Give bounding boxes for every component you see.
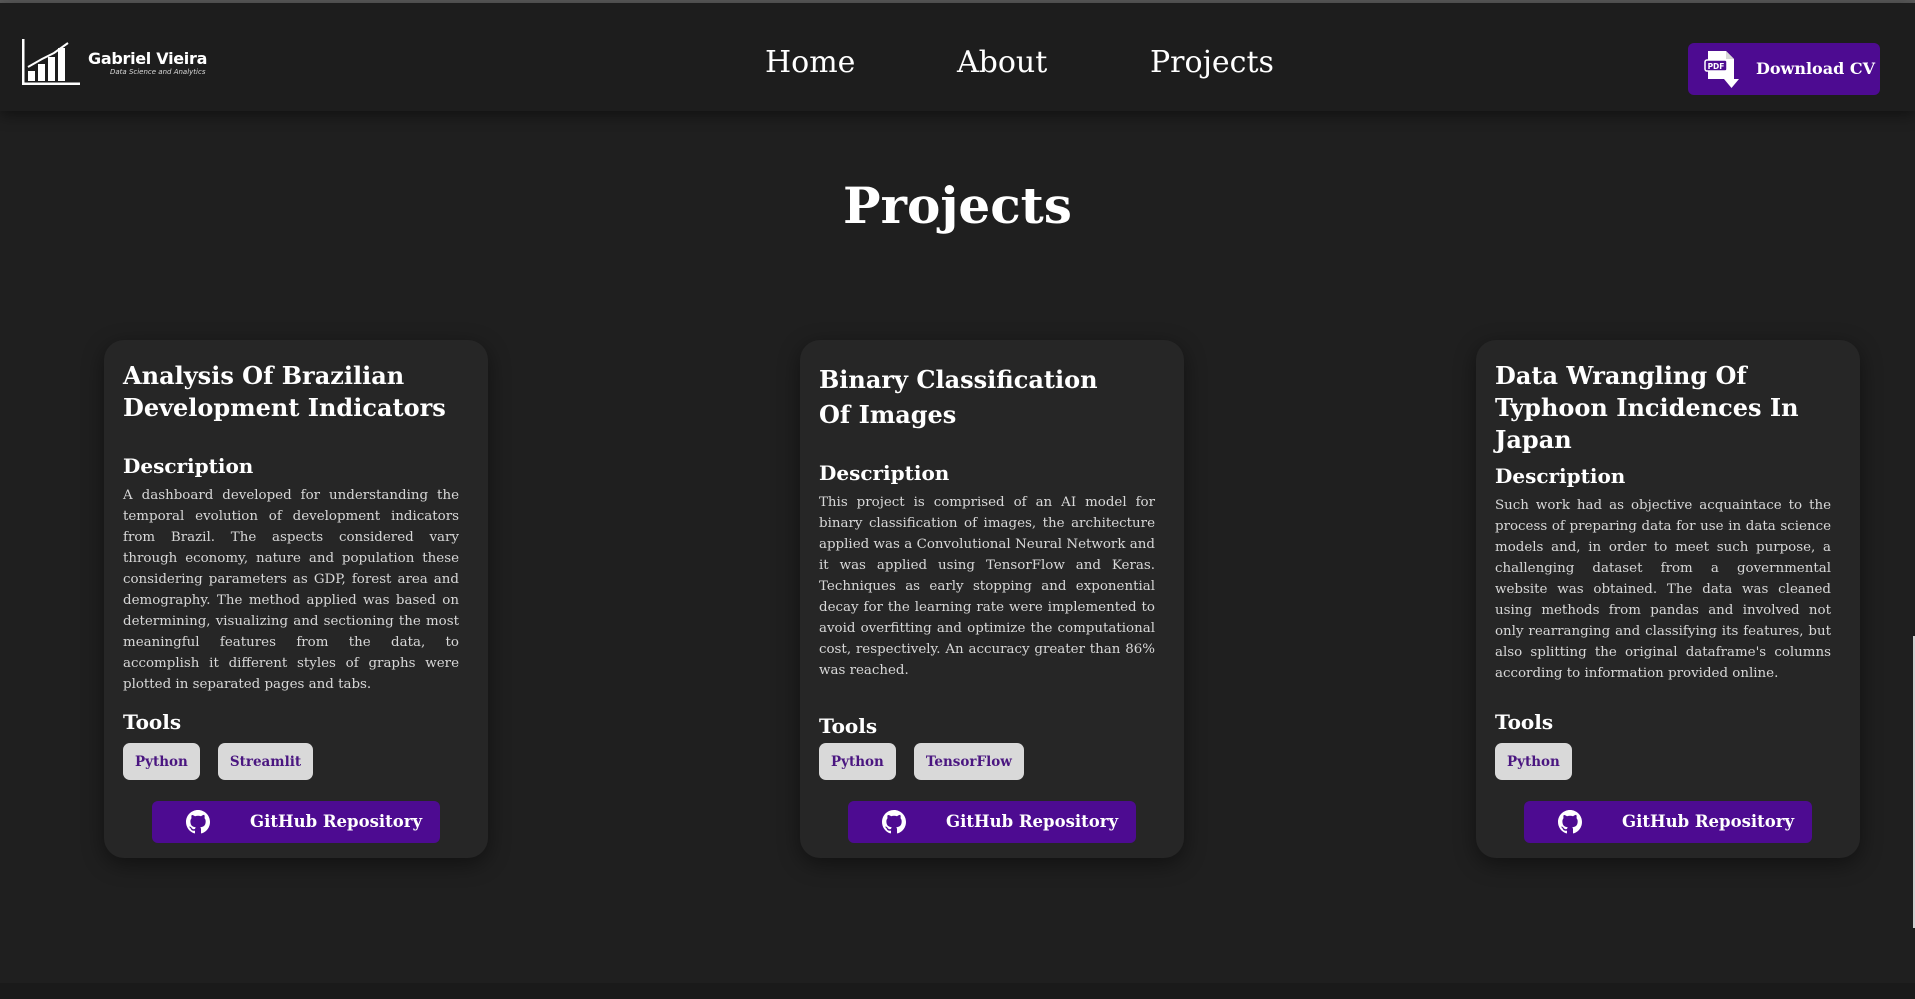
navbar: Gabriel Vieira Data Science and Analytic… <box>0 3 1915 111</box>
github-repository-button[interactable]: GitHub Repository <box>1524 801 1812 843</box>
project-card: Data Wrangling Of Typhoon Incidences In … <box>1476 340 1860 858</box>
main-nav: Home About Projects <box>0 43 1915 83</box>
project-description: A dashboard developed for understanding … <box>123 488 459 692</box>
tools-list: Python <box>1495 743 1590 780</box>
footer <box>0 983 1915 999</box>
nav-link-home[interactable]: Home <box>765 43 855 83</box>
github-icon <box>1558 810 1582 834</box>
github-icon <box>186 810 210 834</box>
tool-badge-tensorflow[interactable]: TensorFlow <box>913 743 1024 780</box>
tool-badge-streamlit[interactable]: Streamlit <box>217 743 314 780</box>
pdf-icon: PDF <box>1704 51 1739 88</box>
github-repository-label: GitHub Repository <box>1622 812 1795 831</box>
tools-heading: Tools <box>1495 710 1554 734</box>
github-repository-button[interactable]: GitHub Repository <box>152 801 440 843</box>
tools-list: Python Streamlit <box>123 743 331 780</box>
description-heading: Description <box>819 461 950 485</box>
tool-badge-python[interactable]: Python <box>123 743 200 780</box>
download-cv-button[interactable]: PDF Download CV <box>1688 43 1880 95</box>
project-title: Data Wrangling Of Typhoon Incidences In … <box>1495 361 1799 454</box>
github-repository-label: GitHub Repository <box>250 812 423 831</box>
github-repository-label: GitHub Repository <box>946 812 1119 831</box>
project-description: This project is comprised of an AI model… <box>819 495 1155 678</box>
description-heading: Description <box>1495 464 1626 488</box>
project-card: Binary Classification Of Images Descript… <box>800 340 1184 858</box>
tool-badge-python[interactable]: Python <box>1495 743 1572 780</box>
tool-badge-python[interactable]: Python <box>819 743 896 780</box>
project-title: Binary Classification Of Images <box>819 365 1098 429</box>
description-heading: Description <box>123 454 254 478</box>
project-description: Such work had as objective acquaintace t… <box>1495 498 1831 681</box>
nav-link-projects[interactable]: Projects <box>1150 43 1274 83</box>
tools-heading: Tools <box>819 714 878 738</box>
github-icon <box>882 810 906 834</box>
project-title: Analysis Of Brazilian Development Indica… <box>123 361 446 422</box>
page-title: Projects <box>843 176 1072 235</box>
tools-list: Python TensorFlow <box>819 743 1042 780</box>
project-card: Analysis Of Brazilian Development Indica… <box>104 340 488 858</box>
github-repository-button[interactable]: GitHub Repository <box>848 801 1136 843</box>
download-cv-label: Download CV <box>1756 59 1875 78</box>
pdf-icon-label: PDF <box>1708 62 1725 71</box>
nav-link-about[interactable]: About <box>957 43 1047 83</box>
tools-heading: Tools <box>123 710 182 734</box>
